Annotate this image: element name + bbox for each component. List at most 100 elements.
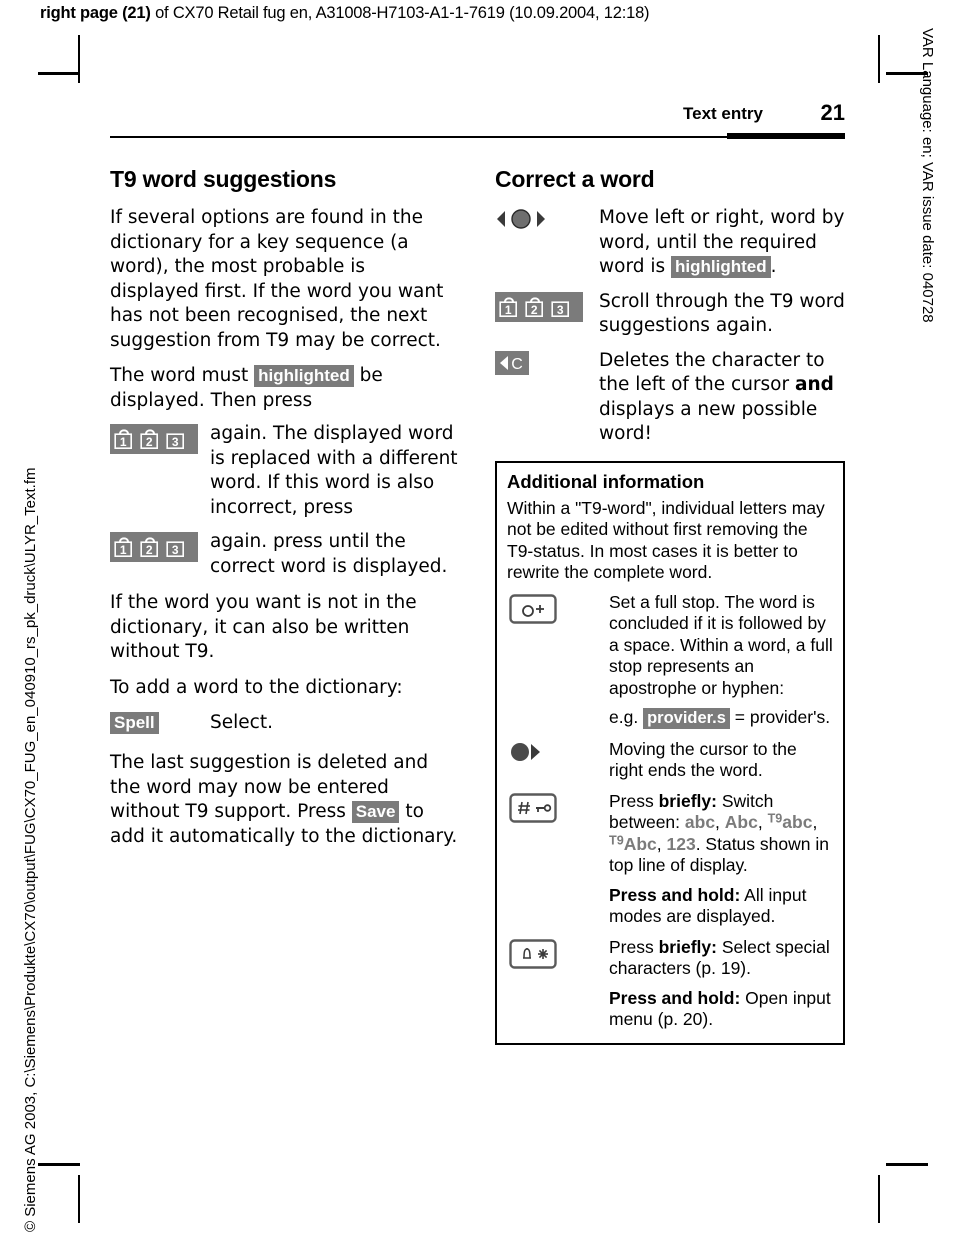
keys-1-2-3-icon[interactable]: 1 2 3 xyxy=(110,424,198,454)
left-paragraph-2: The word must highlighted be displayed. … xyxy=(110,364,458,413)
crop-mark-top-left-vertical xyxy=(78,35,80,83)
keys-1-2-3-icon-wrapper: 1 2 3 xyxy=(110,424,202,458)
mode-Abc: Abc xyxy=(724,812,758,832)
star-press-hold-bold: Press and hold: xyxy=(609,987,741,1008)
right-heading: Correct a word xyxy=(495,166,655,192)
svg-text:1: 1 xyxy=(120,543,127,557)
spell-softkey-label[interactable]: Spell xyxy=(110,712,159,734)
status-badge-provider: provider.s xyxy=(643,708,730,729)
list-item-text: Set a full stop. The word is concluded i… xyxy=(609,592,833,730)
spell-softkey-wrapper: Spell xyxy=(110,712,202,734)
left-paragraph-5: The last suggestion is deleted and the w… xyxy=(110,751,458,849)
right-column: Correct a word Move left or right, word … xyxy=(495,166,845,1045)
list-item: Press briefly: Switch between: abc, Abc,… xyxy=(507,791,833,928)
svg-text:3: 3 xyxy=(172,435,179,449)
crop-mark-bottom-right-vertical xyxy=(878,1175,880,1223)
key-star-icon[interactable] xyxy=(509,938,557,969)
crop-mark-bottom-right-horizontal xyxy=(886,1163,928,1166)
running-head-title: Text entry xyxy=(683,104,763,123)
nav-right-icon[interactable] xyxy=(509,741,553,763)
key-0-row-example: e.g. provider.s = provider's. xyxy=(609,707,833,730)
list-item-spell: Spell Select. xyxy=(110,711,458,739)
key-0-plus-icon-wrapper xyxy=(509,593,601,629)
running-head-rule-thick xyxy=(727,133,845,139)
nav-row-text-after: . xyxy=(770,256,777,277)
list-item: 1 2 3 again. press until the correct wor… xyxy=(110,530,458,579)
hash-press-hold-line: Press and hold: All input modes are disp… xyxy=(609,885,833,928)
nav-right-icon-wrapper xyxy=(509,741,601,768)
example-before: e.g. xyxy=(609,707,644,727)
page-number: 21 xyxy=(820,100,845,125)
list-item: Move left or right, word by word, until … xyxy=(495,206,845,280)
key-0-plus-icon[interactable] xyxy=(509,593,557,624)
status-badge-highlighted: highlighted xyxy=(671,256,771,278)
left-column: T9 word suggestions If several options a… xyxy=(110,166,458,860)
hash-press-briefly-label: Press xyxy=(609,790,659,811)
svg-text:1: 1 xyxy=(505,303,512,317)
keys-1-2-3-icon[interactable]: 1 2 3 xyxy=(495,291,583,322)
list-item: 1 2 3 Scroll through the T9 word suggest… xyxy=(495,290,845,339)
svg-text:C: C xyxy=(511,356,523,373)
list-item: Set a full stop. The word is concluded i… xyxy=(507,592,833,730)
running-head: Text entry 21 xyxy=(110,100,845,144)
margin-note-right: VAR Language: en; VAR issue date: 040728 xyxy=(919,28,936,323)
list-item: Press briefly: Select special characters… xyxy=(507,937,833,1031)
keys-1-2-3-icon-wrapper: 1 2 3 xyxy=(110,532,202,566)
keys-1-2-3-icon-wrapper: 1 2 3 xyxy=(495,291,593,326)
svg-text:2: 2 xyxy=(146,435,153,449)
list-item-text: again. press until the correct word is d… xyxy=(210,531,448,577)
keys-1-2-3-icon[interactable]: 1 2 3 xyxy=(110,532,198,562)
key-star-icon-wrapper xyxy=(509,938,601,974)
key-0-row-text: Set a full stop. The word is concluded i… xyxy=(609,591,833,698)
mode-abc: abc xyxy=(684,812,716,832)
crop-mark-top-left-horizontal xyxy=(38,72,80,75)
list-item-text: again. The displayed word is replaced wi… xyxy=(210,423,458,518)
list-item: Moving the cursor to the right ends the … xyxy=(507,739,833,782)
nav-left-right-icon[interactable] xyxy=(495,208,547,230)
crop-mark-bottom-left-horizontal xyxy=(38,1163,80,1166)
svg-text:1: 1 xyxy=(120,435,127,449)
hash-press-briefly-bold: briefly: xyxy=(658,790,717,811)
list-item: C Deletes the character to the left of t… xyxy=(495,349,845,447)
mode-t9Abc: T9Abc xyxy=(609,833,657,854)
mode-t9abc: T9abc xyxy=(767,811,813,832)
additional-information-box: Additional information Within a "T9-word… xyxy=(495,460,845,1045)
clear-key-icon[interactable]: C xyxy=(495,350,529,375)
list-item-text: Scroll through the T9 word suggestions a… xyxy=(599,290,845,337)
margin-note-left: © Siemens AG 2003, C:\Siemens\Produkte\C… xyxy=(22,467,39,1233)
list-item-text: Move left or right, word by word, until … xyxy=(599,206,845,280)
star-press-briefly-bold: briefly: xyxy=(658,936,717,957)
clear-key-icon-wrapper: C xyxy=(495,350,593,379)
page-content: Text entry 21 T9 word suggestions If sev… xyxy=(110,100,845,1045)
svg-text:2: 2 xyxy=(146,543,153,557)
infobox-heading: Additional information xyxy=(507,470,705,492)
left-paragraph-1: If several options are found in the dict… xyxy=(110,207,444,351)
list-item: 1 2 3 again. The displayed word is repla… xyxy=(110,422,458,520)
list-item-text: Press briefly: Select special characters… xyxy=(609,937,833,1031)
list-item-text: Deletes the character to the left of the… xyxy=(599,349,845,447)
clear-row-text-after: displays a new possible word! xyxy=(599,398,818,445)
save-softkey-label[interactable]: Save xyxy=(351,801,400,823)
key-hash-icon-wrapper xyxy=(509,792,601,828)
left-p2-before: The word must xyxy=(110,365,255,386)
svg-text:3: 3 xyxy=(557,303,564,317)
star-press-briefly-label: Press xyxy=(609,936,659,957)
infobox-intro: Within a "T9-word", individual letters m… xyxy=(507,497,825,583)
key-hash-icon[interactable] xyxy=(509,792,557,823)
mode-123: 123 xyxy=(666,833,696,854)
print-header: right page (21) of CX70 Retail fug en, A… xyxy=(40,4,650,23)
spell-row-text: Select. xyxy=(210,712,273,733)
crop-mark-top-right-vertical xyxy=(878,35,880,83)
status-badge-highlighted: highlighted xyxy=(254,365,354,387)
example-after: = provider's. xyxy=(729,707,831,727)
star-press-hold-line: Press and hold: Open input menu (p. 20). xyxy=(609,988,833,1031)
left-heading: T9 word suggestions xyxy=(110,166,337,192)
print-header-rest: of CX70 Retail fug en, A31008-H7103-A1-1… xyxy=(150,4,650,22)
nav-left-right-icon-wrapper xyxy=(495,208,593,234)
left-paragraph-3: If the word you want is not in the dicti… xyxy=(110,592,417,662)
clear-row-text-before: Deletes the character to the left of the… xyxy=(599,349,825,396)
list-item-text: Press briefly: Switch between: abc, Abc,… xyxy=(609,791,833,928)
crop-mark-bottom-left-vertical xyxy=(78,1175,80,1223)
print-header-bold: right page (21) xyxy=(40,4,151,22)
svg-text:3: 3 xyxy=(172,543,179,557)
